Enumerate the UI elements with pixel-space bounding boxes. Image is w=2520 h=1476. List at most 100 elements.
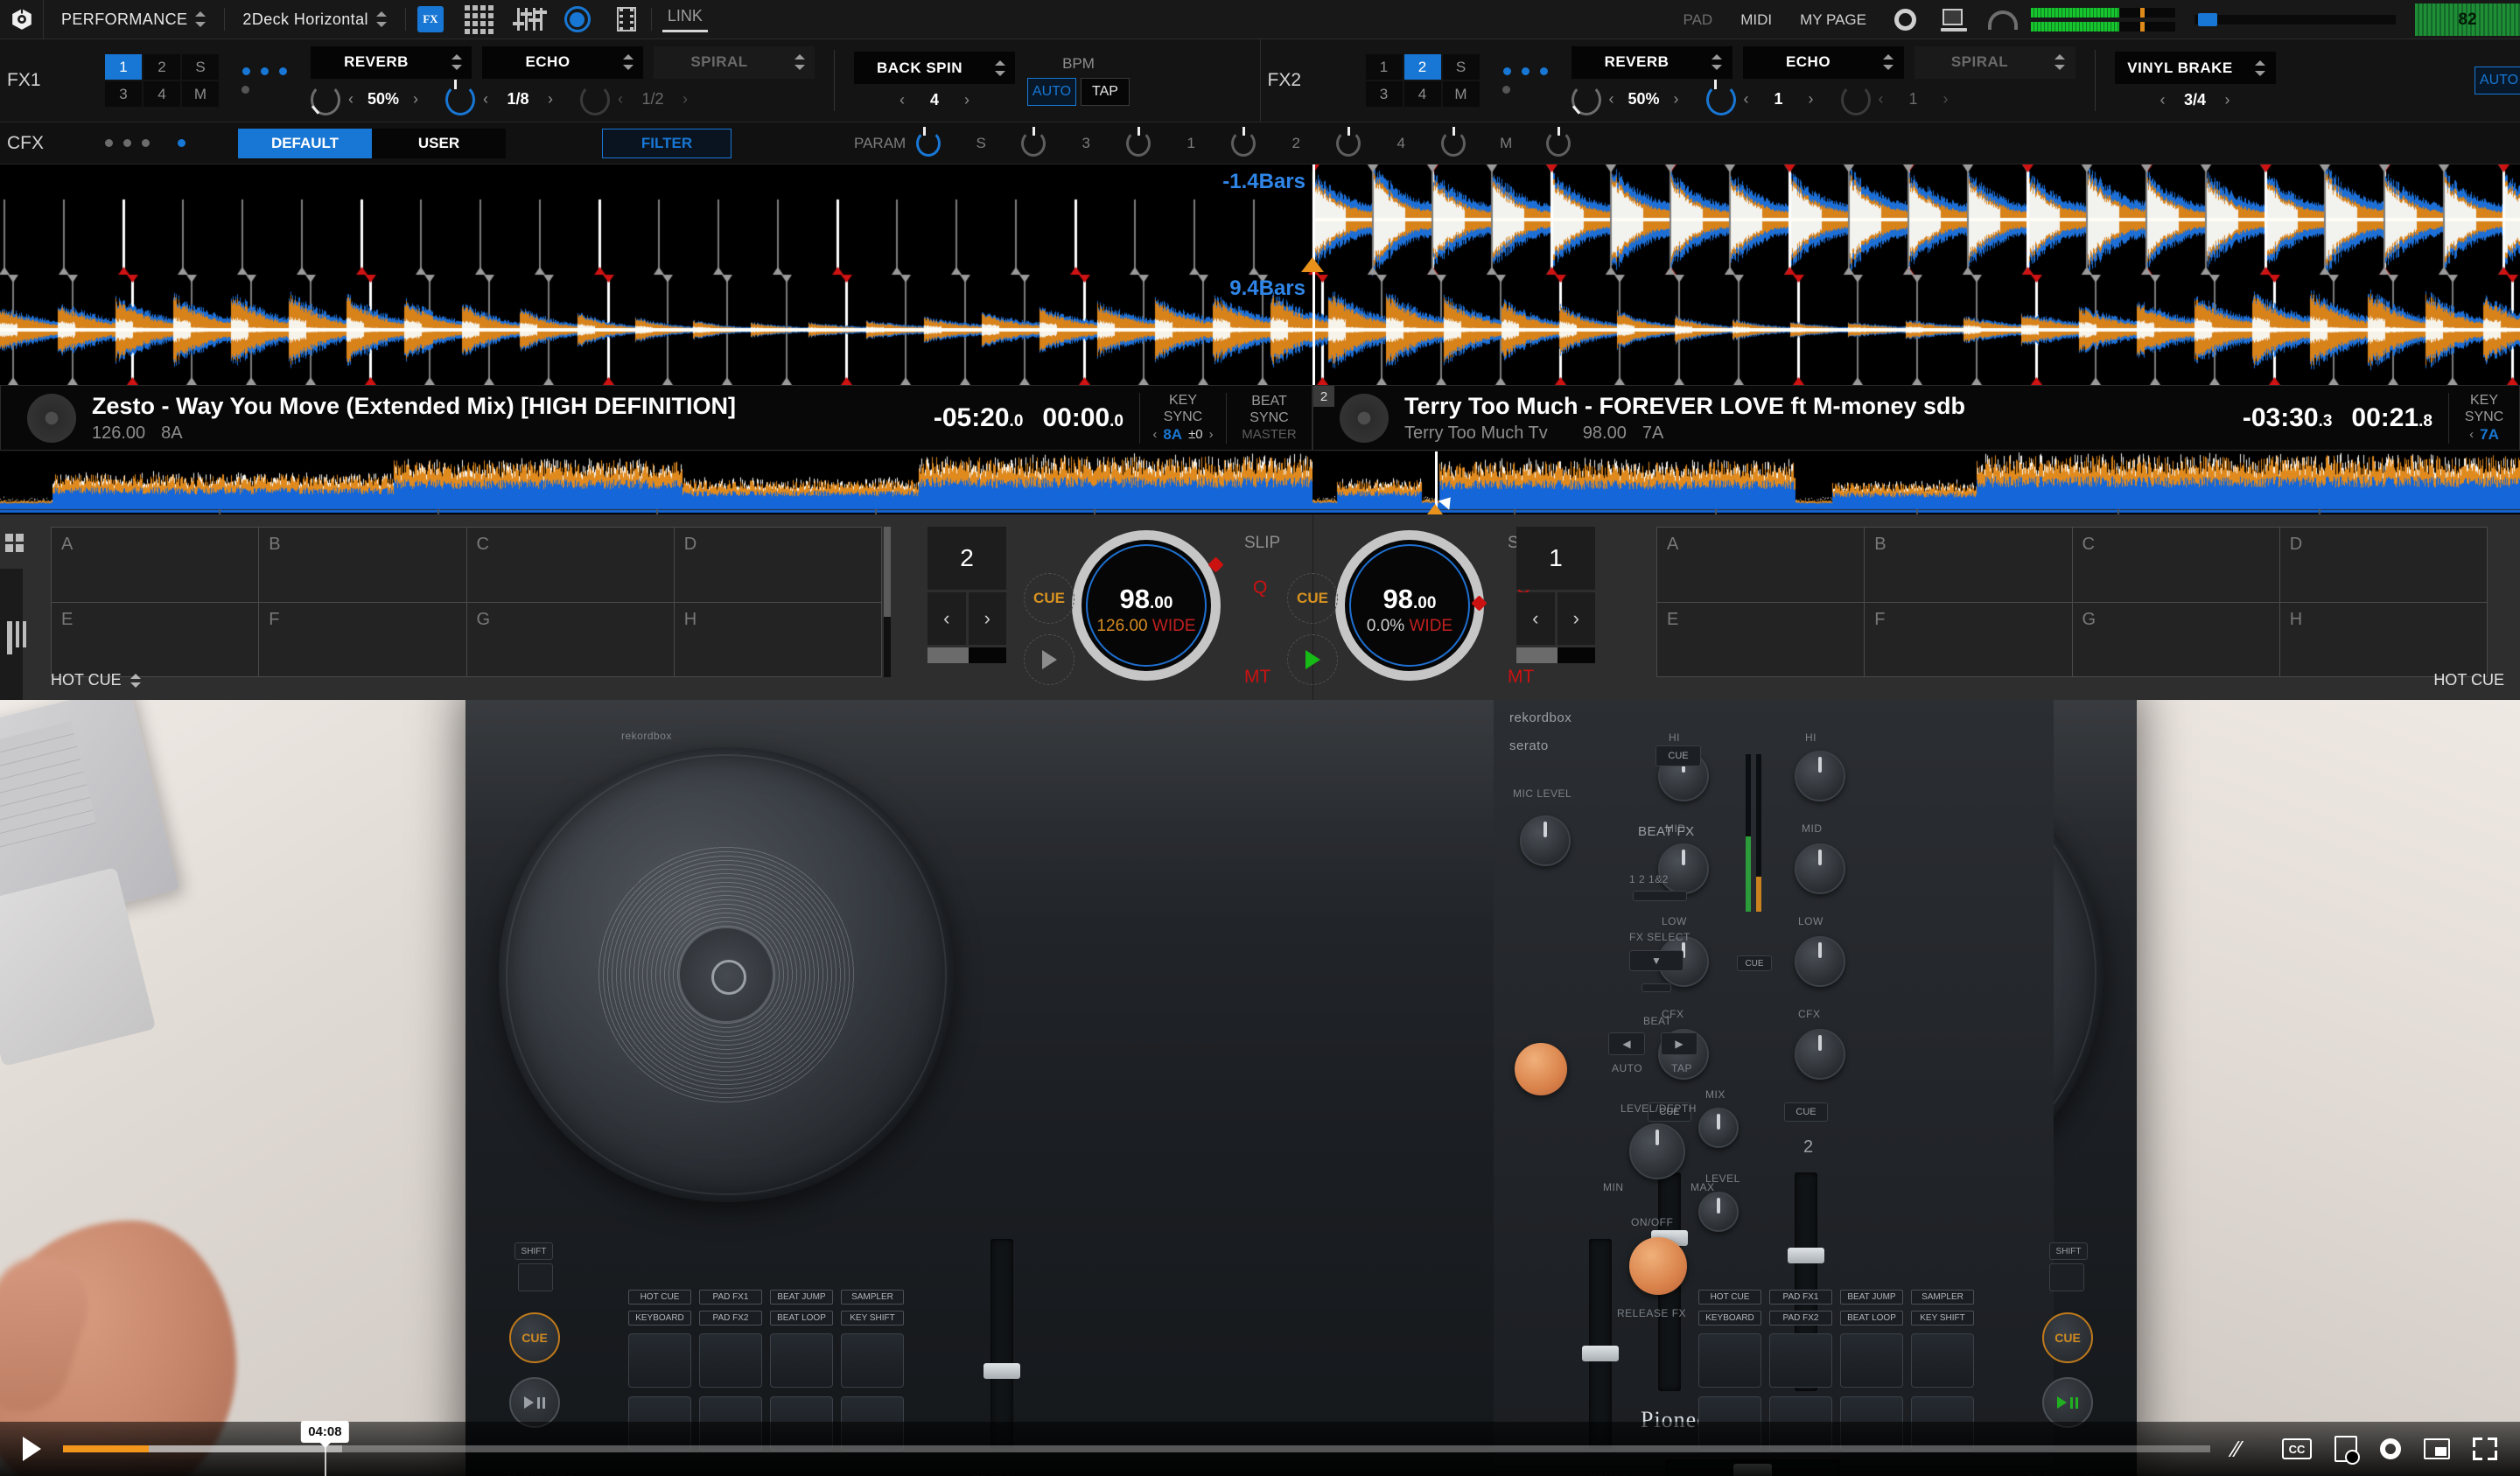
deck-b-next-button[interactable]: ›: [1558, 592, 1596, 645]
pad-a[interactable]: A: [52, 528, 258, 602]
key-prev-icon[interactable]: ‹: [2469, 427, 2474, 442]
video-button[interactable]: [602, 0, 651, 39]
bpm-auto-button[interactable]: AUTO: [1027, 78, 1076, 106]
fx2-ch-4[interactable]: 4: [1404, 81, 1441, 107]
headphones-button[interactable]: [1978, 0, 2027, 39]
fx2-slot1-knob[interactable]: [1572, 84, 1601, 115]
cfx-ch-3-knob[interactable]: [1126, 130, 1151, 157]
fx1-ch-3[interactable]: 3: [105, 81, 142, 107]
pad-e[interactable]: E: [1657, 603, 1864, 677]
deck-b-pad-mode[interactable]: HOT CUE: [2433, 671, 2504, 689]
fx2-slot2-inc[interactable]: ›: [1801, 90, 1822, 108]
fx1-channel-grid[interactable]: 1 2 S 3 4 M: [105, 54, 219, 107]
deck-a-play-button[interactable]: [1024, 634, 1074, 685]
cfx-param-knob[interactable]: [916, 130, 941, 157]
fx1-slot2-dec[interactable]: ‹: [475, 90, 496, 108]
fx2-slot1-stepper[interactable]: [1703, 46, 1732, 79]
fx1-ch-1[interactable]: 1: [105, 54, 142, 80]
playback-speed-icon[interactable]: ∕⁄: [2233, 1436, 2259, 1462]
cfx-ch-4-knob[interactable]: [1441, 130, 1466, 157]
deck-b-overview[interactable]: [1312, 451, 2520, 514]
deck-a-selector-bar[interactable]: [928, 647, 1006, 663]
fx2-slot3-inc[interactable]: ›: [1936, 90, 1956, 108]
cfx-user-button[interactable]: USER: [372, 129, 506, 158]
settings-button[interactable]: [1880, 0, 1929, 39]
menu-midi[interactable]: MIDI: [1726, 11, 1786, 29]
cfx-ch-1-knob[interactable]: [1231, 130, 1256, 157]
fx1-release-dec[interactable]: ‹: [892, 91, 913, 109]
cfx-indicators[interactable]: [105, 139, 150, 147]
transcript-icon[interactable]: [2334, 1436, 2357, 1462]
fx2-slot3-knob[interactable]: [1841, 84, 1871, 115]
fx1-slot3-stepper[interactable]: [785, 46, 815, 79]
pad-f[interactable]: F: [1865, 603, 2071, 677]
deck-a-slip-label[interactable]: SLIP: [1244, 534, 1280, 553]
fx1-slot3-inc[interactable]: ›: [675, 90, 696, 108]
fx2-slot1-inc[interactable]: ›: [1666, 90, 1687, 108]
video-progress-track[interactable]: [63, 1445, 2210, 1452]
cfx-ch-2-knob[interactable]: [1336, 130, 1361, 157]
pad-f[interactable]: F: [259, 603, 466, 677]
deck-a-master-label[interactable]: MASTER: [1242, 427, 1297, 442]
deck-b-play-button[interactable]: [1287, 634, 1338, 685]
deck-a-selector[interactable]: 2 ‹ ›: [928, 527, 1006, 663]
key-prev-icon[interactable]: ‹: [1152, 427, 1157, 442]
deck-a-overview[interactable]: [0, 451, 1312, 514]
bpm-auto-button-2[interactable]: AUTO: [2474, 66, 2520, 94]
deck-a-pad-grid[interactable]: A B C D E F G H: [51, 527, 882, 677]
pad-e[interactable]: E: [52, 603, 258, 677]
fx2-slot2-stepper[interactable]: [1874, 46, 1904, 79]
pad-g[interactable]: G: [2073, 603, 2279, 677]
deck-b-prev-button[interactable]: ‹: [1516, 592, 1555, 645]
fx1-ch-m[interactable]: M: [182, 81, 219, 107]
fx1-slot-indicators[interactable]: [242, 67, 288, 94]
fx1-slot2-knob[interactable]: [445, 84, 475, 115]
fx1-slot1-knob[interactable]: [311, 84, 340, 115]
layout-selector[interactable]: 2Deck Horizontal: [225, 0, 404, 39]
fx2-ch-s[interactable]: S: [1443, 54, 1480, 80]
fx1-ch-4[interactable]: 4: [144, 81, 180, 107]
pad-d[interactable]: D: [675, 528, 881, 602]
pad-g[interactable]: G: [467, 603, 674, 677]
pad-a[interactable]: A: [1657, 528, 1864, 602]
deck-a-prev-button[interactable]: ‹: [928, 592, 966, 645]
mixer-button[interactable]: [504, 0, 553, 39]
cfx-ch-m-knob[interactable]: [1546, 130, 1571, 157]
pad-c[interactable]: C: [2073, 528, 2279, 602]
fx1-slot3-select[interactable]: SPIRAL: [654, 46, 815, 79]
deck-a-key-sync[interactable]: KEY SYNC ‹ 8A ±0 ›: [1140, 393, 1226, 444]
deck-b-jog-wheel[interactable]: 98.00 0.0% WIDE: [1335, 530, 1484, 681]
fx1-release-stepper[interactable]: [985, 52, 1015, 84]
fx2-ch-m[interactable]: M: [1443, 81, 1480, 107]
key-next-icon[interactable]: ›: [1209, 427, 1214, 442]
record-button[interactable]: [553, 0, 602, 39]
pad-d[interactable]: D: [2280, 528, 2487, 602]
fx2-slot2-select[interactable]: ECHO: [1743, 46, 1904, 79]
mode-selector[interactable]: PERFORMANCE: [44, 0, 224, 39]
fx2-ch-2[interactable]: 2: [1404, 54, 1441, 80]
pad-b[interactable]: B: [259, 528, 466, 602]
fx2-slot2-dec[interactable]: ‹: [1736, 90, 1757, 108]
deck-a-cue-button[interactable]: CUE: [1024, 573, 1074, 624]
cfx-filter-button[interactable]: FILTER: [602, 129, 732, 158]
fx2-channel-grid[interactable]: 1 2 S 3 4 M: [1366, 54, 1480, 107]
audio-output-button[interactable]: [1929, 0, 1978, 39]
app-logo[interactable]: [0, 0, 44, 39]
fx1-slot3-knob[interactable]: [580, 84, 610, 115]
grid-view-icon[interactable]: [5, 534, 24, 552]
menu-pad[interactable]: PAD: [1670, 11, 1727, 29]
fx2-slot3-stepper[interactable]: [2046, 46, 2076, 79]
fx2-release-select[interactable]: VINYL BRAKE: [2115, 52, 2276, 84]
fx1-slot2-stepper[interactable]: [613, 46, 643, 79]
bpm-tap-button[interactable]: TAP: [1081, 78, 1130, 106]
cfx-default-button[interactable]: DEFAULT: [238, 129, 372, 158]
deck-a-jog-wheel[interactable]: 98.00 126.00 WIDE: [1072, 530, 1221, 681]
pad-b[interactable]: B: [1865, 528, 2071, 602]
fx2-slot3-select[interactable]: SPIRAL: [1914, 46, 2076, 79]
deck-b-key-sync[interactable]: KEY SYNC ‹ 7A: [2449, 393, 2519, 444]
pad-h[interactable]: H: [675, 603, 881, 677]
pad-h[interactable]: H: [2280, 603, 2487, 677]
deck-a-pad-mode[interactable]: HOT CUE: [51, 671, 142, 689]
fx1-ch-2[interactable]: 2: [144, 54, 180, 80]
fx1-slot2-inc[interactable]: ›: [540, 90, 561, 108]
